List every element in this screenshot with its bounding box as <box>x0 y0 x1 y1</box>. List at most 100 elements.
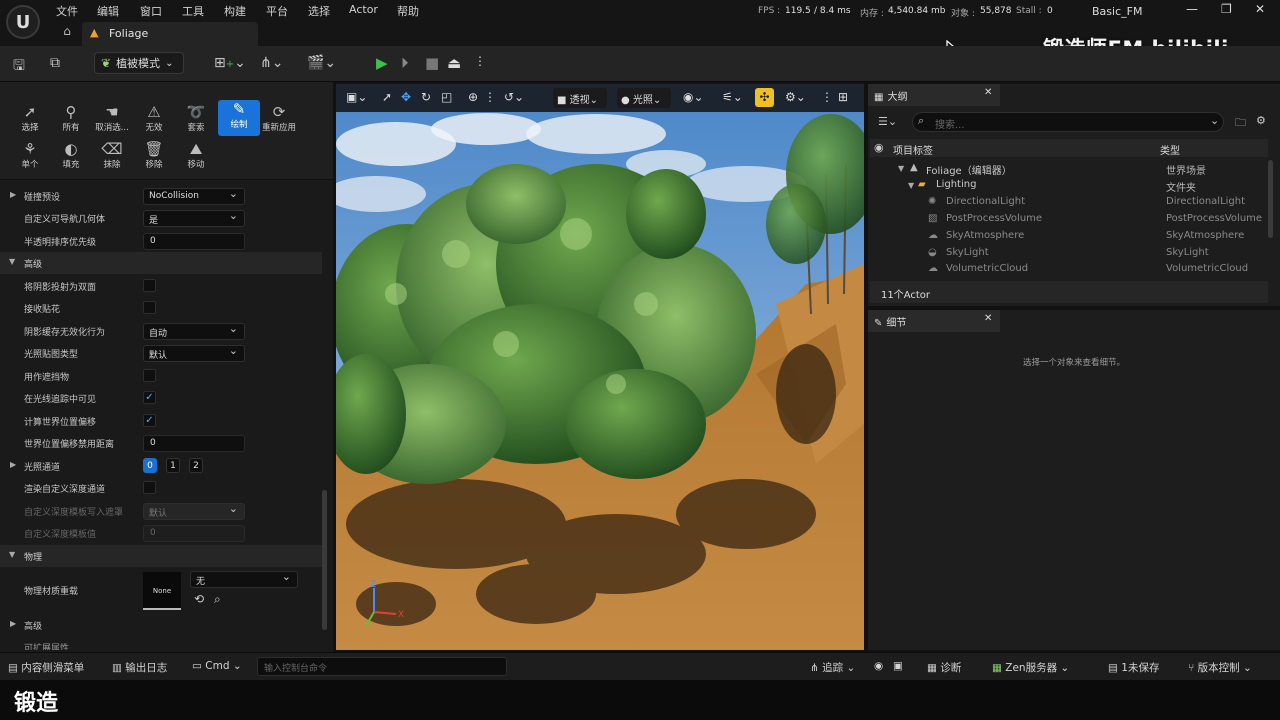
tab-outliner[interactable]: ▦ 大纲 ✕ <box>868 84 1000 106</box>
stop-icon[interactable]: ■ <box>425 54 439 72</box>
new-folder-icon[interactable]: 🗀 <box>1235 114 1246 133</box>
collision-preset-dropdown[interactable]: NoCollision <box>143 187 245 205</box>
outliner-row-skylight[interactable]: ◒ SkyLight SkyLight <box>870 245 1268 262</box>
menu-tools[interactable]: 工具 <box>182 3 204 19</box>
world-local-icon[interactable]: ⊕ <box>468 90 478 104</box>
scale-icon[interactable]: ◰ <box>441 90 452 104</box>
tool-erase[interactable]: ⌫ 抹除 <box>91 140 133 174</box>
game-view-icon[interactable]: ✣ <box>755 88 774 107</box>
record-icon[interactable]: ◉ <box>874 660 883 672</box>
console-command-input[interactable]: 输入控制台命令 <box>257 657 507 676</box>
save-icon[interactable]: 🖫 <box>13 55 25 79</box>
launch-icon[interactable]: ⏏ <box>447 54 461 72</box>
perspective-button[interactable]: ■ 透视⌄ <box>553 88 607 108</box>
outliner-row-world[interactable]: ▼ ▲ Foliage（编辑器） 世界场景 <box>870 160 1268 177</box>
source-control-button[interactable]: ⑂ 版本控制 ⌄ <box>1188 660 1252 675</box>
wpo-disable-distance-input[interactable]: 0 <box>143 435 245 452</box>
outliner-row-sky-atmosphere[interactable]: ☁ SkyAtmosphere SkyAtmosphere <box>870 228 1268 245</box>
trace-button[interactable]: ⋔ 追踪 ⌄ <box>810 660 855 675</box>
translate-icon[interactable]: ✥ <box>401 90 411 104</box>
column-type[interactable]: 类型 <box>1160 142 1180 157</box>
tool-move[interactable]: ⛰ 移动 <box>175 140 217 174</box>
tool-reapply[interactable]: ⟳ 重新应用 <box>259 103 299 137</box>
lighting-channel-1[interactable]: 1 <box>166 458 180 473</box>
output-log-button[interactable]: ▥ 输出日志 <box>112 660 167 675</box>
menu-select[interactable]: 选择 <box>308 3 330 19</box>
add-actor-icon[interactable]: ⊞+⌄ <box>214 55 246 71</box>
cast-two-sided-checkbox[interactable] <box>143 279 156 292</box>
more-options-icon[interactable]: ⋮ <box>474 54 486 68</box>
browse-asset-icon[interactable]: ⌕ <box>214 592 221 607</box>
browse-icon[interactable]: ⧉ <box>50 55 60 71</box>
content-drawer-button[interactable]: ▤ 内容侧滑菜单 <box>8 660 84 675</box>
level-viewport[interactable]: Z X <box>336 84 864 650</box>
show-flags-icon[interactable]: ◉⌄ <box>683 90 704 104</box>
rotate-icon[interactable]: ↻ <box>421 90 431 104</box>
lighting-channel-0[interactable]: 0 <box>143 458 157 473</box>
tab-details[interactable]: ✎ 细节 ✕ <box>868 310 1000 332</box>
close-tab-icon[interactable]: ✕ <box>984 87 992 98</box>
tool-paint[interactable]: ✎ 绘制 <box>218 100 260 136</box>
use-selected-icon[interactable]: ⟲ <box>194 592 204 606</box>
visibility-eye-icon[interactable]: ◉ <box>874 141 884 154</box>
outliner-row-directional-light[interactable]: ✺ DirectionalLight DirectionalLight <box>870 194 1268 211</box>
tool-single[interactable]: ⚘ 单个 <box>9 140 51 174</box>
tool-remove[interactable]: 🗑 移除 <box>133 140 175 174</box>
chevron-down-icon[interactable]: ⌄ <box>1210 114 1219 127</box>
minimize-icon[interactable]: — <box>1186 2 1198 16</box>
eval-wpo-checkbox[interactable]: ✓ <box>143 414 156 427</box>
use-as-occluder-checkbox[interactable] <box>143 369 156 382</box>
lighting-channel-2[interactable]: 2 <box>189 458 203 473</box>
section-advanced-2[interactable]: ▶ 高级 <box>8 614 320 636</box>
collapse-caret-icon[interactable]: ▼ <box>898 164 904 173</box>
tool-deselect[interactable]: ☚ 取消选... <box>91 103 133 137</box>
expand-caret-icon[interactable]: ▶ <box>10 460 16 469</box>
collapse-caret-icon[interactable]: ▼ <box>908 181 914 190</box>
shadow-cache-dropdown[interactable]: 自动 <box>143 322 245 340</box>
menu-window[interactable]: 窗口 <box>140 3 162 19</box>
translucency-sort-input[interactable]: 0 <box>143 233 245 250</box>
custom-nav-dropdown[interactable]: 是 <box>143 209 245 227</box>
mode-selector[interactable]: ❦ 植被模式 ⌄ <box>94 52 184 74</box>
tool-lasso[interactable]: ➰ 套索 <box>175 103 217 137</box>
play-icon[interactable]: ▶ <box>376 54 388 72</box>
cinematics-icon[interactable]: 🎬⌄ <box>307 55 336 71</box>
select-mode-icon[interactable]: ➚ <box>382 90 392 104</box>
outliner-settings-icon[interactable]: ⚙ <box>1256 114 1266 127</box>
close-tab-icon[interactable]: ✕ <box>984 313 992 324</box>
panel-scrollbar[interactable] <box>322 490 327 630</box>
blueprint-icon[interactable]: ⋔⌄ <box>260 55 283 71</box>
column-label[interactable]: 项目标签 <box>893 142 933 157</box>
viewport-more-icon[interactable]: ⋮ <box>821 90 833 104</box>
viewport-menu-icon[interactable]: ▣⌄ <box>346 90 367 104</box>
section-advanced[interactable]: ▼ 高级 <box>0 252 322 274</box>
more-icon[interactable]: ⋮ <box>484 90 496 104</box>
lit-mode-button[interactable]: ● 光照⌄ <box>617 88 671 108</box>
receive-decals-checkbox[interactable] <box>143 301 156 314</box>
cmd-selector[interactable]: ▭ Cmd ⌄ <box>192 660 242 672</box>
outliner-row-lighting[interactable]: ▼ ▰ Lighting 文件夹 <box>870 177 1268 194</box>
outliner-row-postprocess[interactable]: ▨ PostProcessVolume PostProcessVolume <box>870 211 1268 228</box>
tool-invalid[interactable]: ⚠ 无效 <box>133 103 175 137</box>
layout-grid-icon[interactable]: ⊞ <box>838 90 848 104</box>
menu-build[interactable]: 构建 <box>224 3 246 19</box>
outliner-scrollbar[interactable] <box>1268 160 1273 238</box>
screenshot-icon[interactable]: ▣ <box>893 660 903 672</box>
filter-icon[interactable]: ☰⌄ <box>878 115 897 128</box>
step-icon[interactable]: ⏵ <box>401 54 409 72</box>
maximize-icon[interactable]: ❐ <box>1221 2 1232 16</box>
menu-actor[interactable]: Actor <box>349 3 378 16</box>
menu-help[interactable]: 帮助 <box>397 3 419 19</box>
unreal-logo-icon[interactable]: U <box>6 5 40 39</box>
tool-select[interactable]: ➚ 选择 <box>9 103 51 137</box>
lightmap-type-dropdown[interactable]: 默认 <box>143 344 245 362</box>
close-window-icon[interactable]: ✕ <box>1255 2 1265 16</box>
menu-edit[interactable]: 编辑 <box>97 3 119 19</box>
snap-surface-icon[interactable]: ↺⌄ <box>504 90 524 104</box>
material-thumbnail[interactable]: None <box>143 572 181 610</box>
tool-select-all[interactable]: ⚲ 所有 <box>50 103 92 137</box>
phys-material-dropdown[interactable]: 无 <box>190 570 298 588</box>
menu-file[interactable]: 文件 <box>56 3 78 19</box>
outliner-row-volumetric-cloud[interactable]: ☁ VolumetricCloud VolumetricCloud <box>870 261 1268 278</box>
zen-server-button[interactable]: ▦ Zen服务器 ⌄ <box>992 660 1069 675</box>
